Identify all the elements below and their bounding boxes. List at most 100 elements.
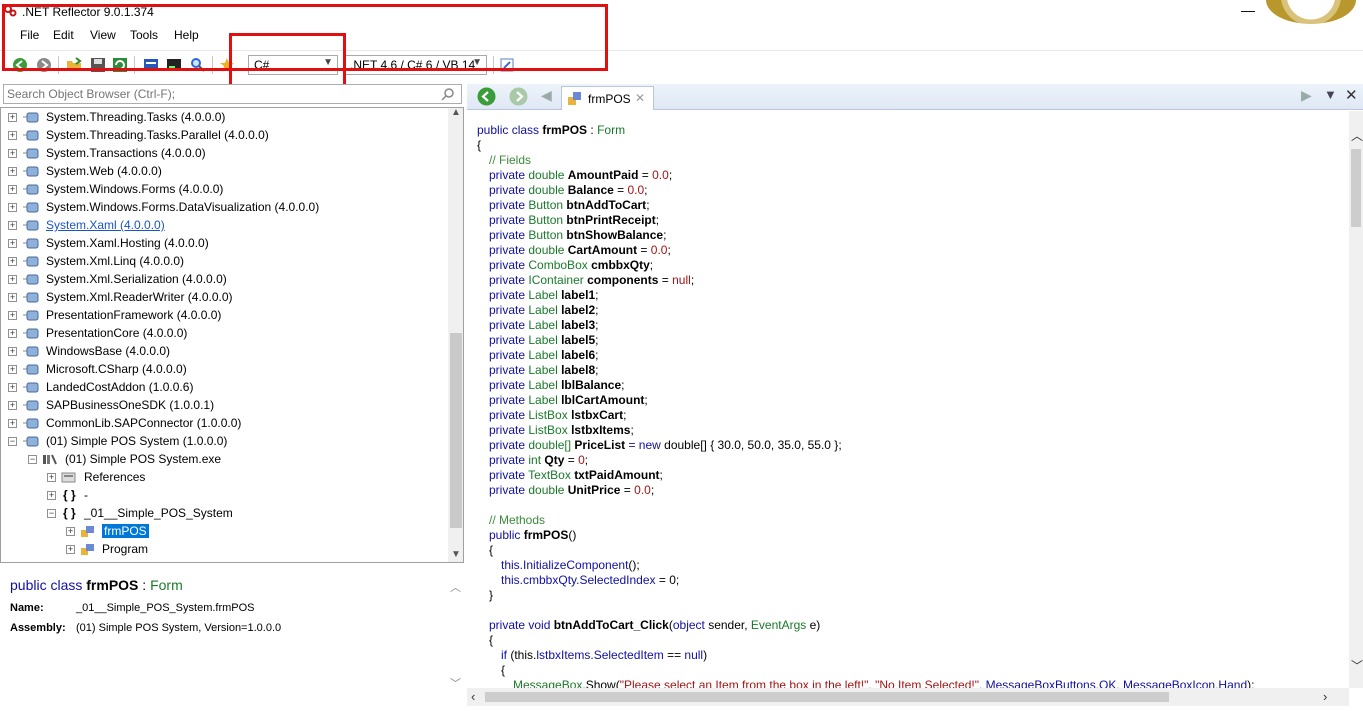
- code-view[interactable]: public class frmPOS : Form{// Fields priv…: [467, 111, 1349, 688]
- code-token: InitializeComponent: [523, 558, 629, 572]
- expand-icon[interactable]: +: [8, 203, 17, 212]
- code-token: MessageBoxIcon.Hand: [1123, 678, 1248, 688]
- scroll-down-icon[interactable]: ﹀: [1351, 657, 1363, 674]
- search-input[interactable]: [4, 85, 424, 102]
- object-browser-search[interactable]: [3, 84, 462, 104]
- tree-row-label: (01) Simple POS System (1.0.0.0): [46, 434, 228, 448]
- expand-icon[interactable]: +: [8, 293, 17, 302]
- expand-icon[interactable]: +: [8, 311, 17, 320]
- tree-row-assembly[interactable]: + CommonLib.SAPConnector (1.0.0.0): [1, 415, 447, 433]
- code-token: lstbxItems: [571, 423, 631, 437]
- tree-row-assembly[interactable]: + System.Transactions (4.0.0.0): [1, 145, 447, 163]
- tree-row-label: References: [84, 470, 146, 484]
- expand-icon[interactable]: +: [47, 491, 56, 500]
- expand-icon[interactable]: +: [8, 329, 17, 338]
- tree-row-assembly[interactable]: + LandedCostAddon (1.0.0.6): [1, 379, 447, 397]
- code-token: private void: [489, 618, 551, 632]
- code-line: }: [489, 588, 493, 602]
- collapse-icon[interactable]: −: [47, 509, 56, 518]
- tree-row-label: System.Web (4.0.0.0): [46, 164, 162, 178]
- code-line: private Label label6;: [489, 348, 598, 362]
- close-tab-icon[interactable]: ✕: [635, 91, 645, 105]
- expand-icon[interactable]: +: [8, 113, 17, 122]
- scroll-left-icon[interactable]: ‹: [471, 689, 475, 704]
- expand-icon[interactable]: +: [47, 473, 56, 482]
- expand-icon[interactable]: +: [8, 365, 17, 374]
- tree-row-assembly[interactable]: + System.Windows.Forms.DataVisualization …: [1, 199, 447, 217]
- tree-scrollbar-thumb[interactable]: [450, 333, 462, 528]
- expand-down-icon[interactable]: ﹀: [450, 675, 461, 691]
- tree-row-assembly[interactable]: + System.Threading.Tasks.Parallel (4.0.0.…: [1, 127, 447, 145]
- tree-row-assembly[interactable]: + PresentationFramework (4.0.0.0): [1, 307, 447, 325]
- tree-row-node[interactable]: + References: [1, 469, 447, 487]
- expand-icon[interactable]: +: [8, 419, 17, 428]
- expand-icon[interactable]: +: [8, 275, 17, 284]
- code-token: ==: [663, 648, 685, 662]
- tab-frmpos[interactable]: frmPOS ✕: [561, 86, 654, 110]
- expand-icon[interactable]: +: [8, 401, 17, 410]
- code-token: ;: [667, 243, 671, 257]
- tree-row-assembly[interactable]: + PresentationCore (4.0.0.0): [1, 325, 447, 343]
- expand-icon[interactable]: +: [8, 185, 17, 194]
- tree-row-assembly[interactable]: + Microsoft.CSharp (4.0.0.0): [1, 361, 447, 379]
- code-horizontal-scrollbar[interactable]: ‹ ›: [467, 688, 1349, 706]
- expand-icon[interactable]: +: [8, 131, 17, 140]
- expand-icon[interactable]: +: [8, 239, 17, 248]
- expand-icon[interactable]: +: [8, 221, 17, 230]
- tree-row-assembly[interactable]: − (01) Simple POS System (1.0.0.0): [1, 433, 447, 451]
- back-icon[interactable]: [477, 87, 496, 106]
- code-token: double: [528, 483, 565, 497]
- collapse-up-icon[interactable]: ︿: [450, 579, 461, 595]
- scroll-up-icon[interactable]: ▲: [451, 108, 461, 118]
- tree-row-node[interactable]: + frmPOS: [1, 523, 447, 541]
- code-token: lstbxItems.SelectedItem: [536, 648, 664, 662]
- tab-list-icon[interactable]: ▼: [1324, 87, 1337, 102]
- tab-scroll-left-icon[interactable]: ◀: [541, 87, 552, 104]
- tree-row-assembly[interactable]: + System.Xml.Serialization (4.0.0.0): [1, 271, 447, 289]
- scroll-up-icon[interactable]: ︿: [1351, 127, 1363, 144]
- tree-row-node[interactable]: − (01) Simple POS System.exe: [1, 451, 447, 469]
- code-hscrollbar-thumb[interactable]: [485, 692, 1169, 702]
- search-icon[interactable]: [441, 87, 455, 101]
- tree-row-assembly[interactable]: + System.Windows.Forms (4.0.0.0): [1, 181, 447, 199]
- collapse-icon[interactable]: −: [8, 437, 17, 446]
- tree-row-assembly[interactable]: + System.Xml.Linq (4.0.0.0): [1, 253, 447, 271]
- expand-icon[interactable]: +: [8, 167, 17, 176]
- tree-row-assembly[interactable]: + System.Xaml.Hosting (4.0.0.0): [1, 235, 447, 253]
- forward-icon[interactable]: [509, 87, 528, 106]
- expand-icon[interactable]: +: [66, 545, 75, 554]
- tree-row-label: PresentationCore (4.0.0.0): [46, 326, 188, 340]
- tree-row-label: WindowsBase (4.0.0.0): [46, 344, 171, 358]
- tree-row-node[interactable]: + { } -: [1, 487, 447, 505]
- tree-row-assembly[interactable]: + SAPBusinessOneSDK (1.0.0.1): [1, 397, 447, 415]
- tree-row-assembly[interactable]: + System.Threading.Tasks (4.0.0.0): [1, 109, 447, 127]
- close-document-icon[interactable]: ✕: [1345, 86, 1358, 104]
- expand-icon[interactable]: +: [8, 383, 17, 392]
- object-browser-tree[interactable]: + System.Threading.Tasks (4.0.0.0) + System…: [0, 107, 464, 563]
- code-token: ;: [668, 168, 673, 182]
- code-token: private: [489, 333, 526, 347]
- info-assembly-value: (01) Simple POS System, Version=1.0.0.0: [76, 622, 282, 634]
- tree-row-assembly[interactable]: + System.Xaml (4.0.0.0): [1, 217, 447, 235]
- scroll-down-icon[interactable]: ▼: [451, 549, 461, 560]
- collapse-icon[interactable]: −: [28, 455, 37, 464]
- code-token: private: [489, 393, 526, 407]
- code-token: ;: [649, 258, 654, 272]
- minimize-button[interactable]: —: [1238, 2, 1258, 20]
- tab-scroll-right-icon[interactable]: ▶: [1301, 87, 1312, 104]
- scroll-right-icon[interactable]: ›: [1323, 689, 1327, 704]
- tree-row-assembly[interactable]: + System.Xml.ReaderWriter (4.0.0.0): [1, 289, 447, 307]
- tree-row-node[interactable]: + Program: [1, 541, 447, 559]
- expand-icon[interactable]: +: [8, 149, 17, 158]
- tree-row-label: System.Windows.Forms (4.0.0.0): [46, 182, 224, 196]
- code-scrollbar-thumb[interactable]: [1351, 149, 1361, 227]
- code-vertical-scrollbar[interactable]: ︿ ﹀: [1349, 111, 1363, 688]
- expand-icon[interactable]: +: [8, 347, 17, 356]
- tree-row-assembly[interactable]: + WindowsBase (4.0.0.0): [1, 343, 447, 361]
- tree-row-assembly[interactable]: + System.Web (4.0.0.0): [1, 163, 447, 181]
- code-token: ;: [659, 468, 663, 482]
- tree-row-node[interactable]: −{ } _01__Simple_POS_System: [1, 505, 447, 523]
- code-token: ;: [690, 273, 695, 287]
- expand-icon[interactable]: +: [66, 527, 75, 536]
- expand-icon[interactable]: +: [8, 257, 17, 266]
